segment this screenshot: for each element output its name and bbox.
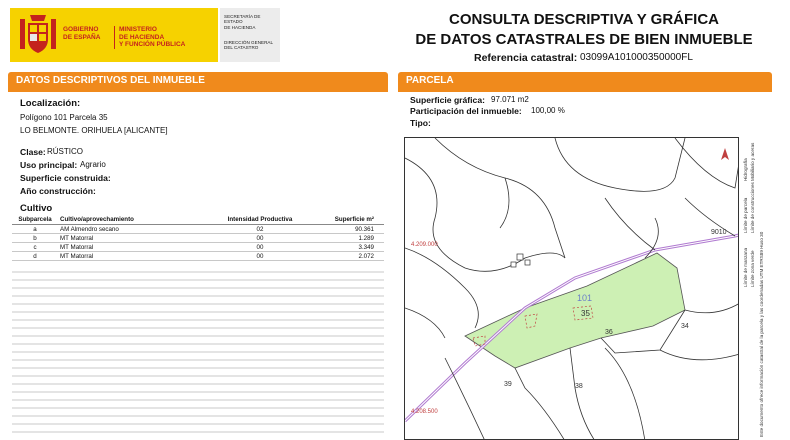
uso-label: Uso principal: bbox=[20, 160, 78, 170]
cultivo-table: Subparcela Cultivo/aprovechamiento Inten… bbox=[12, 214, 384, 261]
map-legend: Límite de parcela Límite de construccion… bbox=[738, 137, 773, 440]
cell: 2.072 bbox=[308, 251, 384, 261]
section-underline bbox=[8, 90, 388, 92]
col-intensidad: Intensidad Productiva bbox=[212, 214, 308, 225]
parcel-label-34: 34 bbox=[681, 323, 689, 330]
road-code-label: 9010 bbox=[711, 229, 727, 236]
col-superficie: Superficie m² bbox=[308, 214, 384, 225]
ref-catastral-value: 03099A101000350000FL bbox=[580, 52, 693, 63]
government-logo: GOBIERNO DE ESPAÑA MINISTERIO DE HACIEND… bbox=[10, 8, 218, 62]
superficie-construida-label: Superficie construida: bbox=[20, 173, 111, 183]
cell: AM Almendro secano bbox=[58, 224, 212, 234]
secretaria-text: SECRETARÍA DE ESTADO DE HACIENDA bbox=[224, 14, 280, 30]
cell: MT Matorral bbox=[58, 251, 212, 261]
legend-item: Límite de construcciones bbox=[750, 182, 755, 233]
table-row: c MT Matorral 00 3.349 bbox=[12, 242, 384, 252]
legend-item: Límite zona verde bbox=[750, 250, 755, 287]
secretaria-box: SECRETARÍA DE ESTADO DE HACIENDA DIRECCI… bbox=[220, 8, 280, 62]
section-underline bbox=[398, 90, 772, 92]
sec-line: DE HACIENDA bbox=[224, 24, 256, 30]
map-drawing: 4.209.000 4.208.500 9010 101 35 36 34 39… bbox=[405, 138, 771, 439]
section-bar-parcela: PARCELA bbox=[398, 72, 772, 90]
sup-grafica-label: Superficie gráfica: bbox=[410, 95, 485, 105]
cell: 02 bbox=[212, 224, 308, 234]
gob-line: GOBIERNO bbox=[63, 26, 99, 33]
cell: c bbox=[12, 242, 58, 252]
ref-catastral-label: Referencia catastral: bbox=[474, 52, 578, 64]
table-header-row: Subparcela Cultivo/aprovechamiento Inten… bbox=[12, 214, 384, 225]
north-arrow-icon bbox=[721, 148, 729, 160]
cell: 3.349 bbox=[308, 242, 384, 252]
cell: 90.361 bbox=[308, 224, 384, 234]
localizacion-label: Localización: bbox=[20, 98, 81, 109]
tipo-label: Tipo: bbox=[410, 118, 431, 128]
col-cultivo: Cultivo/aprovechamiento bbox=[58, 214, 212, 225]
parcel-label-35: 35 bbox=[581, 309, 590, 318]
cell: 1.289 bbox=[308, 233, 384, 243]
legend-item: Límite de manzana bbox=[743, 247, 748, 287]
document-title: CONSULTA DESCRIPTIVA Y GRÁFICA DE DATOS … bbox=[394, 10, 774, 50]
table-row: a AM Almendro secano 02 90.361 bbox=[12, 224, 384, 234]
cell: MT Matorral bbox=[58, 233, 212, 243]
gob-line: DE ESPAÑA bbox=[63, 33, 101, 41]
legend-item: Hidrografía bbox=[743, 158, 748, 181]
uso-value: Agrario bbox=[80, 160, 106, 169]
min-line: MINISTERIO bbox=[119, 26, 157, 33]
parcel-label-39: 39 bbox=[504, 381, 512, 388]
title-line-1: CONSULTA DESCRIPTIVA Y GRÁFICA bbox=[448, 11, 719, 28]
coord-label-bottom: 4.208.500 bbox=[411, 409, 438, 415]
col-subparcela: Subparcela bbox=[12, 214, 58, 225]
localizacion-line1: Polígono 101 Parcela 35 bbox=[20, 113, 108, 122]
parcel-label-38: 38 bbox=[575, 383, 583, 390]
legend-item: Límite de parcela bbox=[743, 197, 748, 233]
clase-value: RÚSTICO bbox=[47, 147, 83, 156]
cell: 00 bbox=[212, 251, 308, 261]
ministerio-text: MINISTERIO DE HACIENDA Y FUNCIÓN PÚBLICA bbox=[114, 26, 185, 49]
parcel-label-101: 101 bbox=[577, 293, 592, 303]
cell: MT Matorral bbox=[58, 242, 212, 252]
gobierno-text: GOBIERNO DE ESPAÑA bbox=[63, 26, 100, 41]
coord-label-top: 4.209.000 bbox=[411, 242, 438, 248]
legend-item: Mobiliario y aceras bbox=[750, 142, 755, 181]
anio-construccion-label: Año construcción: bbox=[20, 186, 96, 196]
table-row: d MT Matorral 00 2.072 bbox=[12, 251, 384, 261]
sec-line: SECRETARÍA DE ESTADO bbox=[224, 14, 261, 25]
cell: 00 bbox=[212, 242, 308, 252]
participacion-value: 100,00 % bbox=[531, 106, 565, 115]
cell: 00 bbox=[212, 233, 308, 243]
min-line: DE HACIENDA bbox=[119, 33, 165, 41]
empty-table-lines bbox=[12, 271, 384, 433]
cell: a bbox=[12, 224, 58, 234]
cell: b bbox=[12, 233, 58, 243]
parcel-label-36: 36 bbox=[605, 329, 613, 336]
cell: d bbox=[12, 251, 58, 261]
clase-label: Clase: bbox=[20, 147, 46, 157]
table-row: b MT Matorral 00 1.289 bbox=[12, 233, 384, 243]
participacion-label: Participación del inmueble: bbox=[410, 106, 522, 116]
direccion-text: DIRECCIÓN GENERAL DEL CATASTRO bbox=[224, 40, 273, 51]
localizacion-line2: LO BELMONTE. ORIHUELA [ALICANTE] bbox=[20, 126, 168, 135]
sup-grafica-value: 97.071 m2 bbox=[491, 95, 529, 104]
legend-note: Este documento ofrece información catast… bbox=[759, 231, 764, 437]
title-line-2: DE DATOS CATASTRALES DE BIEN INMUEBLE bbox=[415, 31, 753, 48]
min-line: Y FUNCIÓN PÚBLICA bbox=[119, 41, 186, 48]
section-bar-datos: DATOS DESCRIPTIVOS DEL INMUEBLE bbox=[8, 72, 388, 90]
cultivo-title: Cultivo bbox=[20, 203, 53, 214]
dir-line: DEL CATASTRO bbox=[224, 45, 259, 51]
coat-of-arms-icon bbox=[20, 15, 56, 53]
cadastral-map[interactable]: 4.209.000 4.208.500 9010 101 35 36 34 39… bbox=[404, 137, 772, 440]
